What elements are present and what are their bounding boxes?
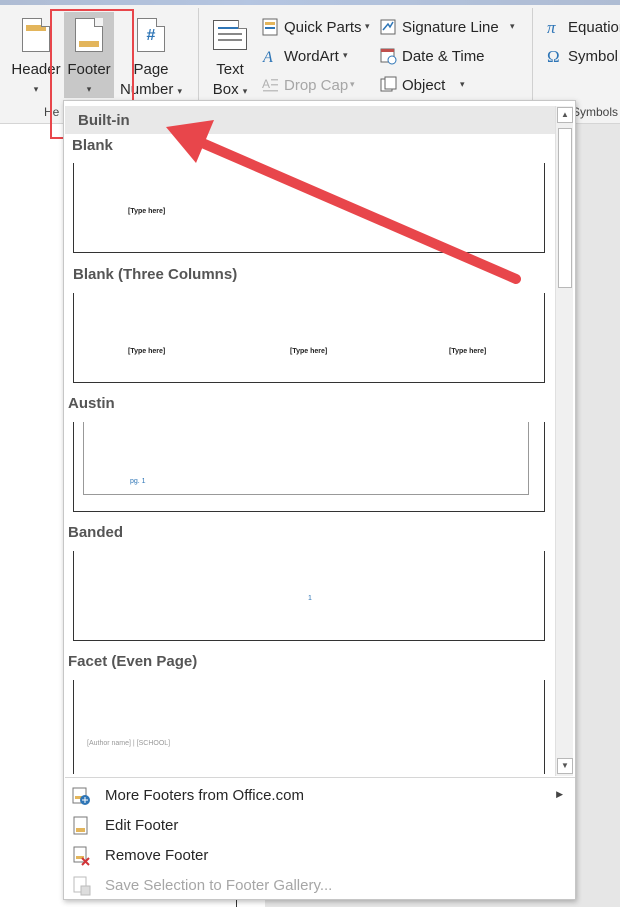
page-number-caret-icon: ▾ (177, 86, 183, 96)
gallery-title-austin: Austin (68, 395, 115, 412)
ribbon-top-border (0, 0, 620, 5)
gallery-item-blank[interactable]: [Type here] (73, 163, 545, 253)
footer-dropdown: Built-in Blank [Type here] Blank (Three … (63, 100, 576, 900)
austin-frame (83, 422, 529, 495)
save-to-gallery-icon (73, 876, 91, 896)
submenu-arrow-icon: ▶ (556, 789, 563, 799)
object-caret-icon: ▾ (460, 79, 465, 89)
pi-icon: π (547, 18, 556, 36)
quick-parts-icon (262, 18, 278, 36)
signature-line-icon (380, 19, 396, 35)
header-icon (22, 18, 50, 52)
drop-cap-icon: A (262, 77, 278, 92)
placeholder-text: [Type here] (128, 208, 166, 215)
more-footers-menu-item[interactable]: More Footers from Office.com ▶ (65, 781, 575, 810)
gallery-item-blank-three-columns[interactable]: [Type here] [Type here] [Type here] (73, 293, 545, 383)
placeholder-text-right: [Type here] (449, 348, 487, 355)
object-icon (380, 76, 397, 92)
gallery-scrollbar[interactable]: ▲ ▼ (555, 106, 573, 776)
svg-text:Ω: Ω (547, 47, 560, 65)
svg-text:A: A (262, 49, 273, 65)
quick-parts-caret-icon: ▾ (365, 21, 370, 31)
gallery-title-banded: Banded (68, 524, 124, 541)
svg-text:A: A (262, 77, 270, 91)
wordart-caret-icon: ▾ (343, 50, 348, 60)
text-box-label-line2: Box ▾ (212, 81, 248, 98)
office-online-icon (72, 787, 90, 805)
drop-cap-caret-icon: ▾ (350, 79, 355, 89)
text-box-caret-icon: ▾ (242, 86, 248, 96)
group-symbols-label: Symbols (572, 105, 619, 119)
page-number-icon: # (137, 18, 165, 52)
gallery-title-blank-three-columns: Blank (Three Columns) (73, 266, 238, 283)
text-box-label-line1: Text (216, 61, 244, 78)
omega-icon: Ω (547, 47, 560, 65)
signature-line-caret-icon: ▾ (510, 21, 515, 31)
menu-separator (65, 777, 575, 778)
gallery-item-facet-even[interactable]: [Author name] | [SCHOOL] (73, 680, 545, 774)
ribbon-separator-2 (532, 8, 533, 104)
svg-text:π: π (547, 18, 556, 36)
edit-footer-icon (73, 816, 88, 835)
scroll-up-icon[interactable]: ▲ (557, 107, 573, 123)
date-time-icon (380, 48, 397, 65)
remove-footer-icon (73, 846, 90, 866)
text-box-button[interactable]: Text Box ▾ (206, 14, 254, 104)
ribbon-separator (198, 8, 199, 104)
page-number-label: pg. 1 (130, 478, 146, 485)
save-selection-menu-item[interactable]: Save Selection to Footer Gallery... (65, 871, 575, 900)
page-number-label: 1 (308, 595, 312, 602)
text-box-icon (213, 20, 247, 50)
remove-footer-menu-item[interactable]: Remove Footer (65, 841, 575, 870)
placeholder-text-center: [Type here] (290, 348, 328, 355)
author-school-text: [Author name] | [SCHOOL] (87, 740, 171, 747)
scroll-down-icon[interactable]: ▼ (557, 758, 573, 774)
placeholder-text-left: [Type here] (128, 348, 166, 355)
gallery-item-austin[interactable]: pg. 1 (73, 422, 545, 512)
scroll-thumb[interactable] (558, 128, 572, 288)
gallery-title-blank: Blank (72, 137, 113, 154)
wordart-icon: A (262, 49, 273, 65)
gallery-item-banded[interactable]: 1 (73, 551, 545, 641)
built-in-section-header: Built-in (65, 106, 555, 134)
gallery-title-facet-even: Facet (Even Page) (68, 653, 198, 670)
edit-footer-menu-item[interactable]: Edit Footer (65, 811, 575, 840)
